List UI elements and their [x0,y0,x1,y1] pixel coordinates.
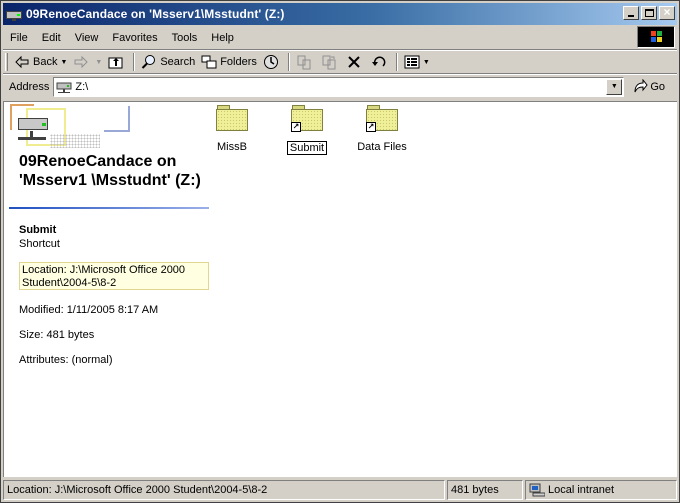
chevron-down-icon[interactable]: ▼ [60,59,67,66]
title-bar[interactable]: 09RenoeCandace on 'Msserv1\Msstudnt' (Z:… [3,3,677,25]
toolbar-separator [395,53,398,71]
maximize-icon [645,9,654,17]
address-value: Z:\ [75,81,89,93]
go-arrow-icon [634,79,648,93]
folder-view[interactable]: 09RenoeCandace on 'Msserv1 \Msstudnt' (Z… [3,101,677,477]
address-dropdown-button[interactable]: ▼ [606,79,623,95]
views-button[interactable]: ▼ [401,52,433,72]
views-icon [404,55,420,69]
folder-label: MissB [217,141,247,153]
minimize-button[interactable] [623,6,639,20]
menu-bar: File Edit View Favorites Tools Help [3,27,635,49]
selected-item-type: Shortcut [19,238,60,250]
toolbar-grip[interactable] [5,53,8,71]
chevron-down-icon[interactable]: ▼ [95,59,102,66]
history-icon [263,55,278,69]
up-folder-icon [108,57,123,69]
menu-help[interactable]: Help [204,29,241,47]
menu-edit[interactable]: Edit [35,29,68,47]
move-to-icon [297,55,311,70]
window-title: 09RenoeCandace on 'Msserv1\Msstudnt' (Z:… [26,7,285,21]
selected-item-name: Submit [19,224,57,236]
up-folder-button[interactable] [105,52,130,72]
go-label: Go [650,81,666,93]
standard-toolbar: Back ▼ ▼ Search Folders ▼ [3,51,677,73]
windows-logo-icon [637,26,675,48]
copy-to-icon [322,55,336,70]
move-to-button[interactable] [293,52,318,72]
chevron-down-icon[interactable]: ▼ [423,59,430,66]
status-bar: Location: J:\Microsoft Office 2000 Stude… [3,479,679,501]
folder-icon [216,105,248,133]
maximize-button[interactable] [641,6,657,20]
copy-to-button[interactable] [318,52,343,72]
selected-item-size: Size: 481 bytes [19,329,95,341]
back-label: Back [33,56,58,68]
close-icon: × [663,5,671,19]
back-arrow-icon [15,55,29,69]
address-label: Address [9,81,50,93]
toolbar-separator [287,53,290,71]
folders-label: Folders [220,56,257,68]
explorer-window: 09RenoeCandace on 'Msserv1\Msstudnt' (Z:… [0,0,680,503]
delete-button[interactable] [343,52,368,72]
menu-tools[interactable]: Tools [165,29,205,47]
search-icon [142,55,156,69]
status-size: 481 bytes [447,480,523,500]
selected-item-attributes: Attributes: (normal) [19,354,113,366]
search-label: Search [160,56,196,68]
network-drive-icon [56,82,72,93]
folder-shortcut-icon: ↗ [366,105,398,133]
undo-icon [371,56,386,67]
menu-file[interactable]: File [3,29,35,47]
forward-arrow-icon [74,55,89,69]
status-zone-pane: Local intranet [525,480,677,500]
selected-item-modified: Modified: 1/11/2005 8:17 AM [19,304,159,316]
drive-banner-icon [10,104,130,150]
selected-item-location: Location: J:\Microsoft Office 2000 Stude… [19,262,209,290]
status-zone: Local intranet [548,484,615,496]
minimize-icon [628,15,634,17]
menu-favorites[interactable]: Favorites [105,29,164,47]
folder-item[interactable]: MissB [197,105,267,153]
shortcut-arrow-icon: ↗ [366,122,376,132]
shortcut-item[interactable]: ↗ Submit [272,105,342,155]
caption-buttons: × [621,5,675,20]
folder-shortcut-icon: ↗ [291,105,323,133]
network-drive-icon [6,7,22,21]
address-field[interactable]: Z:\ ▼ [53,77,625,97]
status-location: Location: J:\Microsoft Office 2000 Stude… [3,480,445,500]
delete-x-icon [348,56,360,68]
folder-label: Data Files [357,141,407,153]
search-button[interactable]: Search [138,52,198,72]
undo-button[interactable] [368,52,393,72]
rename-input[interactable]: Submit [286,141,328,155]
close-button[interactable]: × [659,5,675,20]
intranet-icon [529,483,545,497]
shortcut-arrow-icon: ↗ [291,122,301,132]
drive-title: 09RenoeCandace on 'Msserv1 \Msstudnt' (Z… [19,153,201,189]
history-button[interactable] [260,52,285,72]
folders-button[interactable]: Folders [198,52,260,72]
menu-view[interactable]: View [68,29,106,47]
toolbar-separator [133,53,136,71]
folders-icon [201,55,217,69]
back-button[interactable]: Back ▼ [11,52,70,72]
forward-button[interactable]: ▼ [70,52,105,72]
shortcut-item[interactable]: ↗ Data Files [347,105,417,153]
title-rule [9,207,209,209]
address-bar: Address Z:\ ▼ Go [3,75,677,99]
go-button[interactable]: Go [632,79,665,95]
